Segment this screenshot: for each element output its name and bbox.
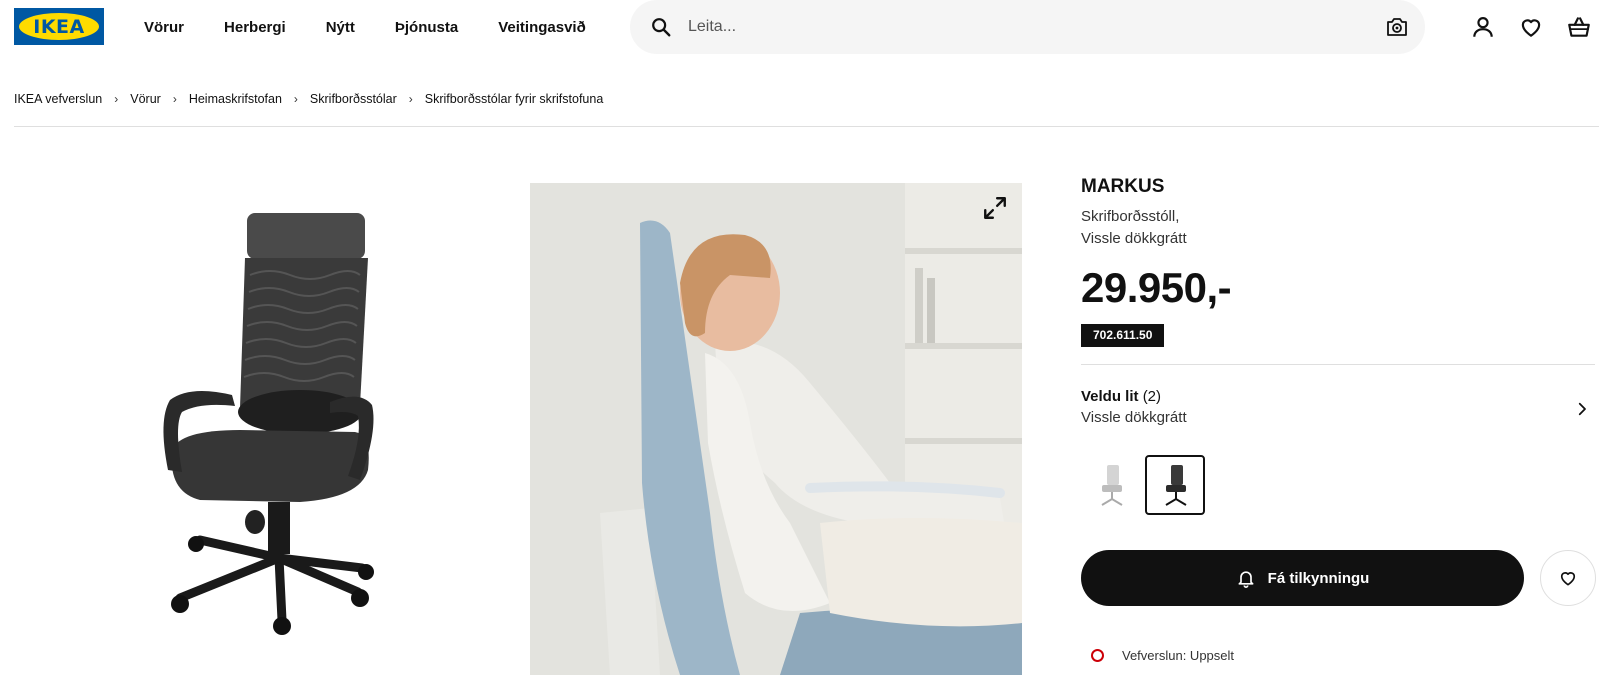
chevron-right-icon: › (114, 92, 119, 106)
cart-icon[interactable] (1566, 14, 1592, 40)
product-name: MARKUS (1081, 176, 1165, 197)
ikea-logo[interactable]: IKEA (14, 8, 104, 45)
account-icon[interactable] (1470, 14, 1496, 40)
color-swatch-light-grey[interactable] (1081, 455, 1141, 515)
search-input[interactable] (688, 12, 1368, 42)
header-divider (14, 126, 1599, 127)
main-nav: Vörur Herbergi Nýtt Þjónusta Veitingasvi… (144, 0, 586, 54)
color-count: (2) (1142, 388, 1162, 405)
product-image[interactable] (0, 180, 530, 675)
chevron-right-icon: › (172, 92, 177, 106)
chevron-right-icon: › (408, 92, 413, 106)
color-heading: Veldu lit (2) (1081, 388, 1595, 405)
notify-label: Fá tilkynningu (1267, 569, 1370, 587)
color-swatch-dark-grey[interactable] (1145, 455, 1205, 515)
product-type: Skrifborðsstóll, (1081, 208, 1180, 225)
color-label: Veldu lit (1081, 388, 1139, 405)
search-icon[interactable] (650, 16, 672, 38)
stock-status-dot (1091, 649, 1104, 662)
nav-item-veitingasvid[interactable]: Veitingasvið (498, 19, 586, 36)
nav-item-herbergi[interactable]: Herbergi (224, 19, 286, 36)
nav-item-vorur[interactable]: Vörur (144, 19, 184, 36)
bell-icon (1238, 571, 1254, 588)
nav-item-thjonusta[interactable]: Þjónusta (395, 19, 458, 36)
search-bar (630, 0, 1425, 54)
breadcrumb-item[interactable]: Heimaskrifstofan (189, 92, 282, 106)
chevron-right-icon (1578, 402, 1586, 416)
article-number: 702.611.50 (1081, 324, 1165, 347)
product-price: 29.950,- (1081, 264, 1232, 311)
favourites-icon[interactable] (1518, 14, 1544, 40)
logo-oval: IKEA (19, 13, 99, 40)
expand-icon[interactable] (982, 195, 1008, 221)
product-description: Skrifborðsstóll, Vissle dökkgrátt (1081, 206, 1187, 250)
heart-icon (1560, 572, 1576, 586)
stock-status: Vefverslun: Uppselt (1091, 648, 1234, 663)
notify-button[interactable]: Fá tilkynningu (1081, 550, 1524, 606)
breadcrumb-item[interactable]: IKEA vefverslun (14, 92, 102, 106)
breadcrumb-item[interactable]: Skrifborðsstólar (310, 92, 397, 106)
breadcrumb-item[interactable]: Vörur (130, 92, 161, 106)
selected-color: Vissle dökkgrátt (1081, 409, 1187, 426)
lifestyle-image[interactable] (530, 183, 1022, 675)
site-header: IKEA Vörur Herbergi Nýtt Þjónusta Veitin… (0, 0, 1613, 56)
choose-color-row[interactable]: Veldu lit (2) Vissle dökkgrátt (1081, 388, 1595, 434)
breadcrumb: IKEA vefverslun › Vörur › Heimaskrifstof… (14, 92, 603, 106)
add-to-favourites-button[interactable] (1540, 550, 1596, 606)
info-divider (1081, 364, 1595, 365)
breadcrumb-item[interactable]: Skrifborðsstólar fyrir skrifstofuna (425, 92, 604, 106)
camera-search-icon[interactable] (1385, 15, 1409, 39)
logo-text: IKEA (33, 15, 85, 38)
product-variant: Vissle dökkgrátt (1081, 230, 1187, 247)
nav-item-nytt[interactable]: Nýtt (326, 19, 355, 36)
stock-status-text: Vefverslun: Uppselt (1122, 648, 1235, 663)
chevron-right-icon: › (293, 92, 298, 106)
